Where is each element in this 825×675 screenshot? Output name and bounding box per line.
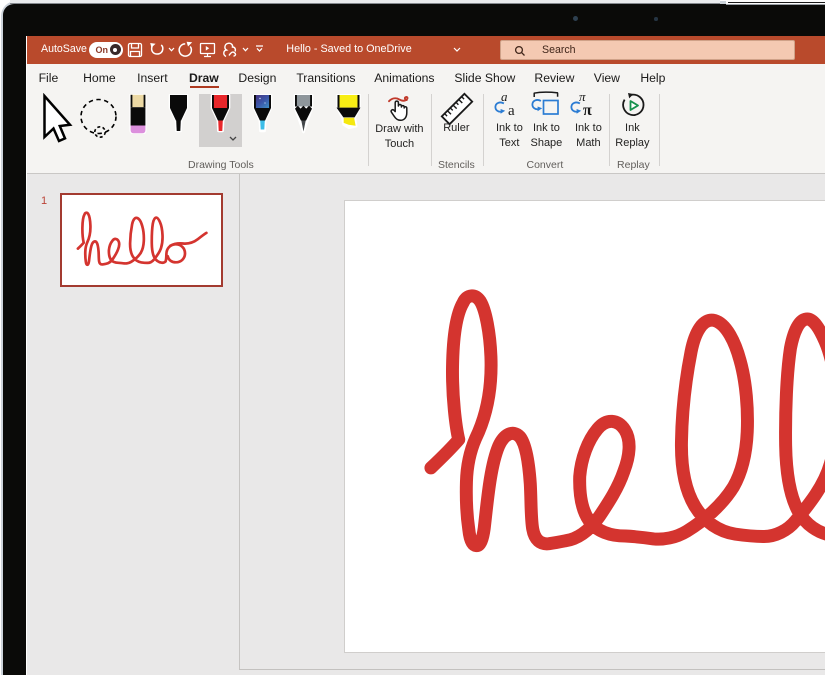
svg-text:a: a [508,103,515,119]
svg-text:π: π [583,102,592,119]
